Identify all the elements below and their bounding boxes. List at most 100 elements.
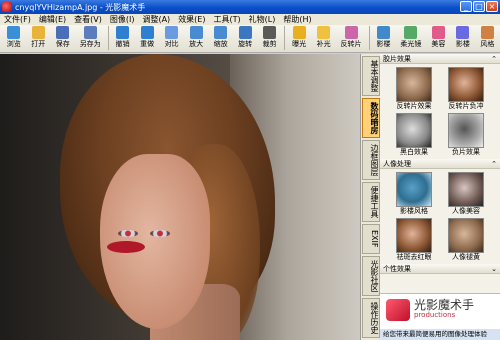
undo-button[interactable]: 撤销 — [111, 25, 135, 51]
side-tabs: 基本调整 数码暗房 边框图层 便捷工具 EXIF 光影社区 操作历史 — [360, 54, 380, 340]
menu-help[interactable]: 帮助(H) — [279, 14, 315, 25]
style-label: 风格 — [480, 40, 495, 48]
save-as-button[interactable]: 另存为 — [76, 25, 105, 51]
open-button[interactable]: 打开 — [27, 25, 51, 51]
photo-canvas[interactable] — [0, 54, 360, 340]
menu-view[interactable]: 查看(V) — [70, 14, 106, 25]
compare-button[interactable]: 对比 — [160, 25, 184, 51]
title-bar: cnyqlYVHizampA.jpg - 光影魔术手 _ □ × — [0, 0, 500, 14]
tab-frame-layer[interactable]: 边框图层 — [362, 140, 380, 180]
section-title: 个性效果 — [383, 265, 411, 273]
reversal-film-icon — [344, 26, 358, 39]
fill-light-button[interactable]: 补光 — [312, 25, 336, 51]
tab-digital-darkroom[interactable]: 数码暗房 — [362, 98, 380, 138]
effect-label: 反转片负冲 — [448, 102, 484, 110]
exposure-button[interactable]: 曝光 — [287, 25, 311, 51]
fill-light-icon — [317, 26, 331, 39]
section-personal-effects[interactable]: 个性效果 ⌄ — [380, 264, 500, 274]
reversal-film-button[interactable]: 反转片 — [336, 25, 365, 51]
app-icon — [2, 2, 12, 12]
effect-spot-red-eye[interactable]: 祛斑去红眼 — [388, 218, 440, 263]
menu-image[interactable]: 图像(I) — [106, 14, 139, 25]
crop-icon — [263, 26, 277, 39]
save-icon — [56, 26, 70, 39]
effect-thumbnail — [396, 113, 432, 148]
menu-tools[interactable]: 工具(T) — [209, 14, 244, 25]
tab-exif[interactable]: EXIF — [362, 224, 380, 254]
effect-label: 反转片效果 — [396, 102, 432, 110]
window-controls: _ □ × — [460, 1, 498, 12]
minimize-button[interactable]: _ — [460, 1, 472, 12]
rotate-label: 旋转 — [238, 40, 253, 48]
effect-negative[interactable]: 负片效果 — [440, 113, 492, 158]
effect-portrait-beauty[interactable]: 人像美容 — [440, 172, 492, 217]
save-as-icon — [83, 26, 97, 39]
effect-portrait-unyellow[interactable]: 人像褪黄 — [440, 218, 492, 263]
section-title: 人像处理 — [383, 160, 411, 168]
beauty-button[interactable]: 美容 — [427, 25, 451, 51]
section-film-effects[interactable]: 胶片效果 ⌃ — [380, 54, 500, 64]
soft-focus-label: 柔光镜 — [400, 40, 422, 48]
effect-label: 人像美容 — [452, 207, 480, 215]
rotate-button[interactable]: 旋转 — [233, 25, 257, 51]
redo-button[interactable]: 重做 — [135, 25, 159, 51]
effect-label: 祛斑去红眼 — [396, 253, 432, 261]
collapse-icon: ⌃ — [491, 160, 497, 168]
exposure-label: 曝光 — [292, 40, 307, 48]
maximize-button[interactable]: □ — [473, 1, 485, 12]
studio-button[interactable]: 影楼 — [372, 25, 396, 51]
menu-effects[interactable]: 效果(E) — [174, 14, 209, 25]
browse-button[interactable]: 浏览 — [2, 25, 26, 51]
toolbar-separator — [284, 26, 286, 50]
zoom-in-button[interactable]: 放大 — [184, 25, 208, 51]
studio2-button[interactable]: 影楼 — [451, 25, 475, 51]
soft-focus-button[interactable]: 柔光镜 — [396, 25, 425, 51]
redo-label: 重做 — [140, 40, 155, 48]
save-button[interactable]: 保存 — [51, 25, 75, 51]
section-portrait[interactable]: 人像处理 ⌃ — [380, 159, 500, 169]
close-button[interactable]: × — [486, 1, 498, 12]
crop-button[interactable]: 裁剪 — [258, 25, 282, 51]
studio2-label: 影楼 — [455, 40, 470, 48]
section-title: 胶片效果 — [383, 55, 411, 63]
tab-history[interactable]: 操作历史 — [362, 298, 380, 338]
effect-reversal-film[interactable]: 反转片效果 — [388, 67, 440, 112]
zoom-button[interactable]: 缩放 — [209, 25, 233, 51]
folder-icon — [7, 26, 21, 39]
style-icon — [480, 26, 494, 39]
film-effects-grid: 反转片效果 反转片负冲 黑白效果 负片效果 — [380, 64, 500, 159]
zoom-label: 缩放 — [213, 40, 228, 48]
collapse-icon: ⌃ — [491, 55, 497, 63]
promo-tagline: 给您带来最简便易用的图像处理体验 — [380, 329, 500, 340]
save-label: 保存 — [55, 40, 70, 48]
rotate-icon — [238, 26, 252, 39]
effect-studio-style[interactable]: 影楼风格 — [388, 172, 440, 217]
reversal-film-label: 反转片 — [340, 40, 362, 48]
window-title: cnyqlYVHizampA.jpg - 光影魔术手 — [15, 2, 146, 12]
toolbar-separator — [107, 26, 109, 50]
menu-edit[interactable]: 编辑(E) — [35, 14, 70, 25]
promo-banner[interactable]: 光影魔术手 productions 给您带来最简便易用的图像处理体验 — [380, 293, 500, 340]
photo-eye-right — [150, 230, 170, 237]
tab-quick-tools[interactable]: 便捷工具 — [362, 182, 380, 222]
effect-label: 负片效果 — [452, 148, 480, 156]
menu-adjust[interactable]: 调整(A) — [138, 14, 174, 25]
menu-bar: 文件(F) 编辑(E) 查看(V) 图像(I) 调整(A) 效果(E) 工具(T… — [0, 14, 500, 25]
compare-icon — [165, 26, 179, 39]
effect-thumbnail — [448, 218, 484, 253]
style-button[interactable]: 风格 — [476, 25, 500, 51]
tab-community[interactable]: 光影社区 — [362, 256, 380, 296]
menu-gift[interactable]: 礼物(L) — [245, 14, 280, 25]
studio2-icon — [456, 26, 470, 39]
effect-thumbnail — [448, 67, 484, 102]
effect-thumbnail — [448, 113, 484, 148]
effect-reversal-negative[interactable]: 反转片负冲 — [440, 67, 492, 112]
photo-eye-left — [118, 230, 138, 237]
open-icon — [31, 26, 45, 39]
tab-basic-adjust[interactable]: 基本调整 — [362, 56, 380, 96]
zoom-in-label: 放大 — [189, 40, 204, 48]
effect-black-white[interactable]: 黑白效果 — [388, 113, 440, 158]
effect-thumbnail — [396, 67, 432, 102]
menu-file[interactable]: 文件(F) — [0, 14, 35, 25]
studio-icon — [376, 26, 390, 39]
